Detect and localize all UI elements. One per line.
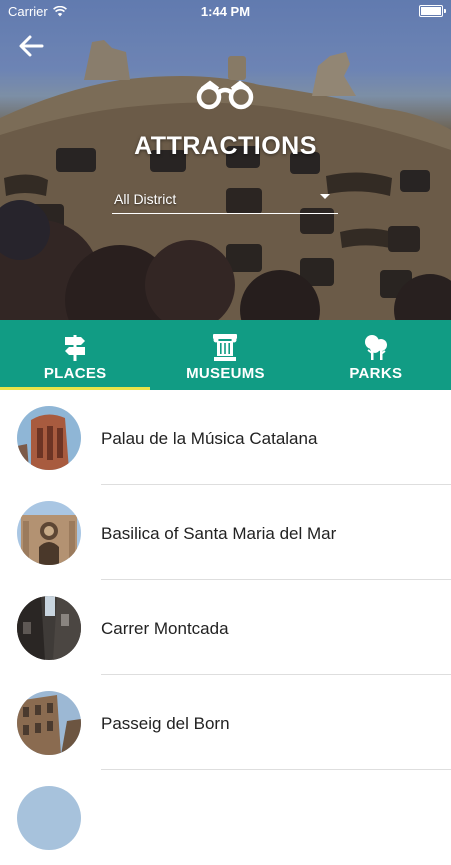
back-arrow-icon [19,35,44,57]
chevron-down-icon [320,194,330,199]
place-thumbnail [17,406,81,470]
museum-column-icon [213,334,238,361]
list-item[interactable]: Basilica of Santa Maria del Mar [0,485,451,580]
place-name: Basilica of Santa Maria del Mar [101,524,337,543]
district-dropdown[interactable]: All District [112,189,338,214]
battery-icon [419,5,446,17]
list-item[interactable]: Carrer Montcada [0,580,451,675]
place-name: Carrer Montcada [101,619,229,638]
place-photo [17,786,81,850]
place-photo [17,501,81,565]
tab-places-label: PLACES [43,365,107,382]
status-time: 1:44 PM [200,4,251,19]
binoculars-icon [196,80,254,110]
signpost-icon [65,335,86,361]
list-item[interactable] [0,770,451,865]
places-list: Palau de la Música Catalana Basilica of … [0,390,451,865]
page-title: ATTRACTIONS [134,132,317,160]
hero-banner: Carrier 1:44 PM ATTRACTIONS All District [0,0,451,320]
place-photo [17,691,81,755]
place-photo [17,406,81,470]
district-selected-value: All District [114,191,177,207]
tab-parks[interactable]: PARKS [301,320,451,390]
list-item[interactable]: Passeig del Born [0,675,451,770]
status-bar: Carrier 1:44 PM [0,0,451,22]
category-tab-bar: PLACES MUSEUMS PARKS [0,320,451,390]
trees-icon [364,335,387,360]
place-thumbnail [17,691,81,755]
tab-museums-label: MUSEUMS [186,365,265,382]
place-thumbnail [17,786,81,850]
tab-places[interactable]: PLACES [0,320,151,390]
list-item[interactable]: Palau de la Música Catalana [0,390,451,485]
place-thumbnail [17,501,81,565]
tab-parks-label: PARKS [349,365,403,382]
place-photo [17,596,81,660]
back-button[interactable] [16,30,48,62]
place-thumbnail [17,596,81,660]
place-name: Passeig del Born [101,714,230,733]
place-name: Palau de la Música Catalana [101,429,318,448]
tab-museums[interactable]: MUSEUMS [150,320,300,390]
